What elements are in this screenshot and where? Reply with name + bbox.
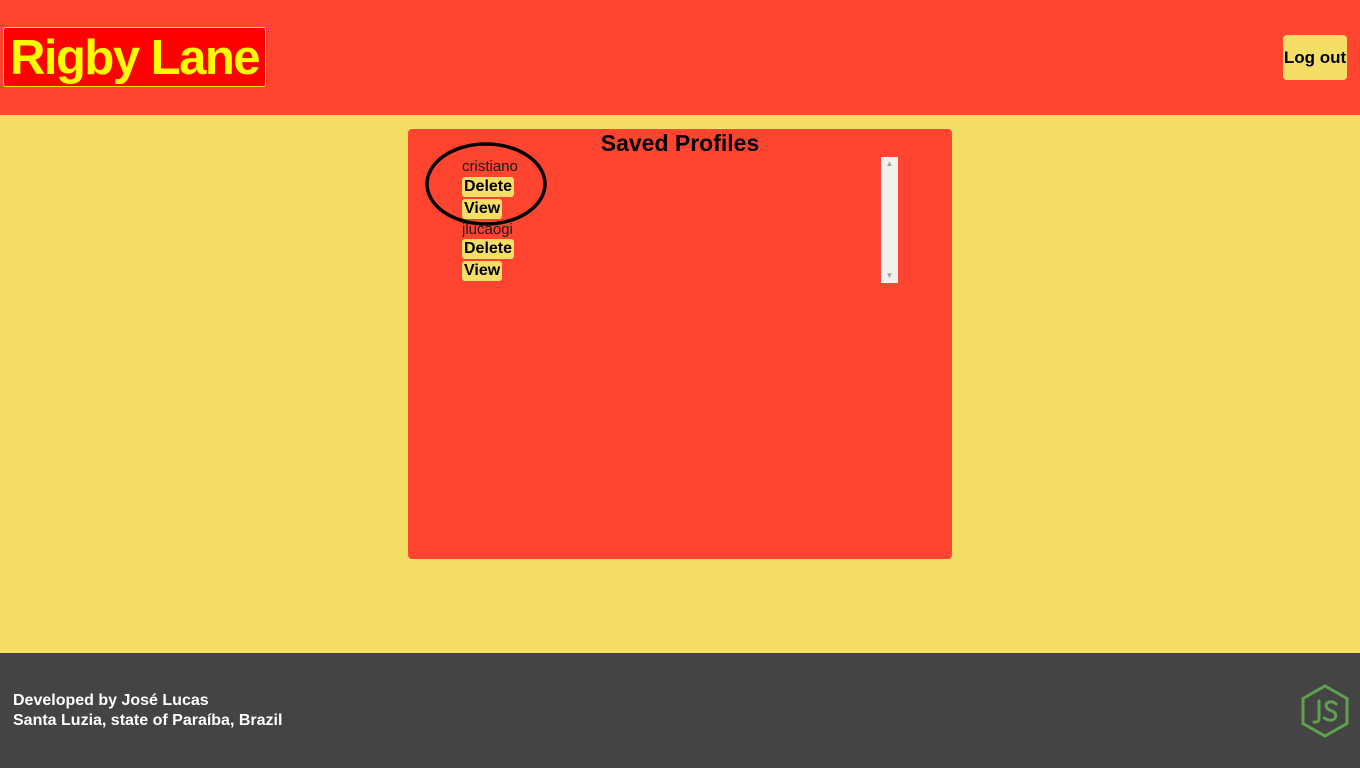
scroll-down-arrow-icon[interactable]: ▼: [881, 269, 898, 283]
site-logo[interactable]: Rigby Lane: [3, 27, 266, 87]
footer: Developed by José Lucas Santa Luzia, sta…: [0, 653, 1360, 768]
footer-credits: Developed by José Lucas Santa Luzia, sta…: [13, 691, 282, 731]
profile-name: jlucaogi: [462, 221, 513, 238]
scroll-up-arrow-icon[interactable]: ▲: [881, 157, 898, 171]
profile-name: cristiano: [462, 158, 518, 175]
logout-button[interactable]: Log out: [1283, 35, 1347, 80]
footer-location: Santa Luzia, state of Paraíba, Brazil: [13, 712, 283, 729]
panel-title: Saved Profiles: [600, 130, 760, 156]
profile-item: jlucaogi Delete View: [462, 219, 898, 281]
list-scrollbar[interactable]: ▲ ▼: [881, 157, 898, 283]
nodejs-icon: [1301, 684, 1349, 738]
delete-profile-button[interactable]: Delete: [462, 177, 515, 197]
footer-developer: Developed by José Lucas: [13, 692, 209, 709]
profile-item: cristiano Delete View: [462, 157, 898, 219]
delete-profile-button[interactable]: Delete: [462, 239, 515, 259]
view-profile-button[interactable]: View: [462, 199, 503, 219]
profiles-list[interactable]: cristiano Delete View jlucaogi Delete Vi…: [462, 157, 898, 283]
saved-profiles-panel: Saved Profiles cristiano Delete View jlu…: [408, 129, 952, 559]
view-profile-button[interactable]: View: [462, 261, 503, 281]
header: Rigby Lane Log out: [0, 0, 1360, 115]
